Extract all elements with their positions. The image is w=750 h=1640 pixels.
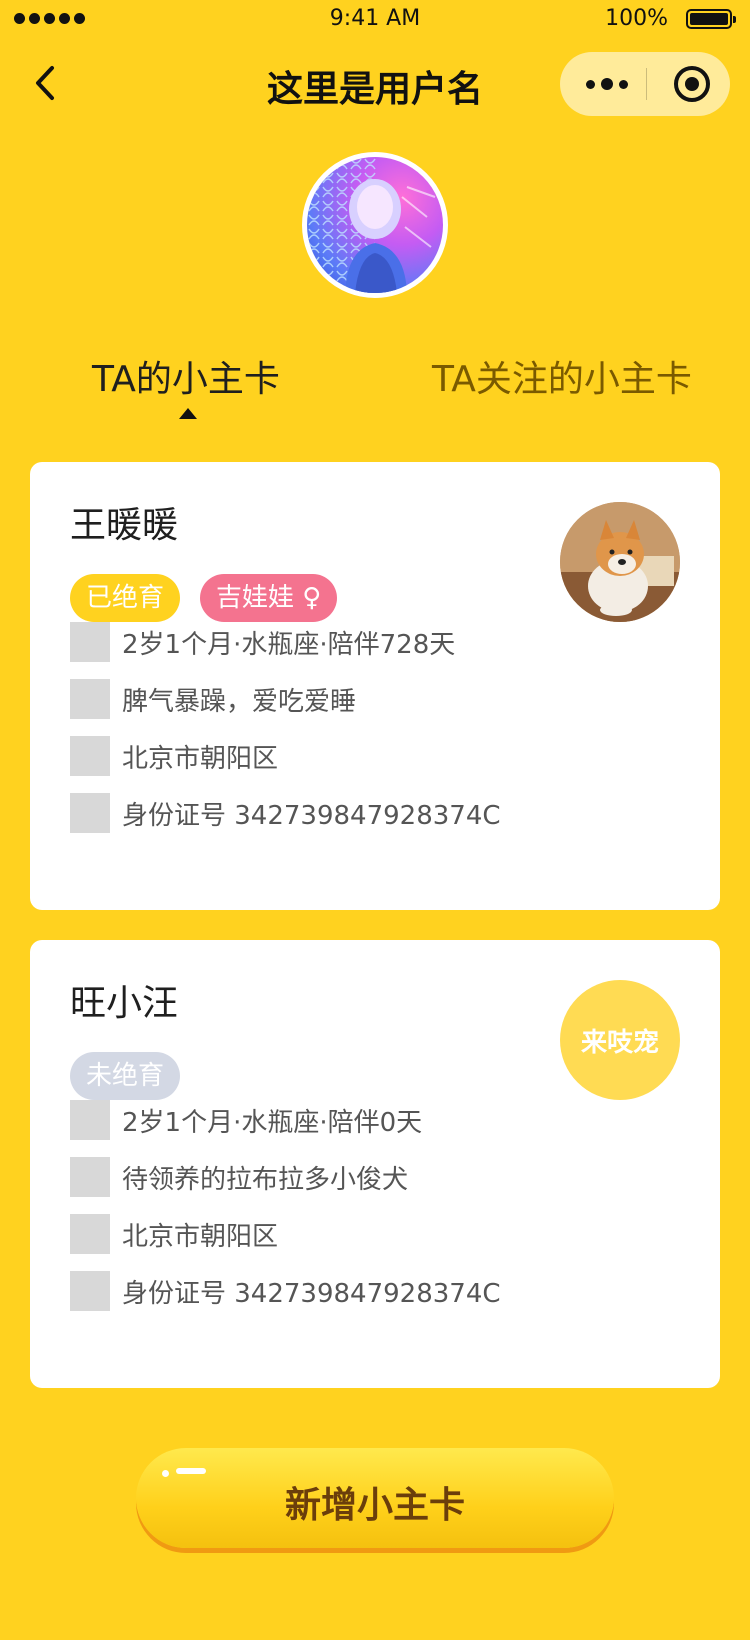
button-highlight bbox=[176, 1468, 206, 1474]
status-bar: 9:41 AM 100% bbox=[0, 0, 750, 40]
location-icon bbox=[70, 736, 110, 776]
info-text: 身份证号 342739847928374C bbox=[122, 1278, 501, 1309]
battery-percent: 100% bbox=[605, 6, 668, 31]
temper-icon bbox=[70, 679, 110, 719]
close-target-icon[interactable] bbox=[674, 66, 710, 102]
add-card-button[interactable]: 新增小主卡 bbox=[136, 1448, 614, 1548]
pet-card[interactable]: 旺小汪 未绝育 2岁1个月·水瓶座·陪伴0天 待领养的拉布拉多小俊犬 北京市朝阳… bbox=[30, 940, 720, 1388]
tab-ta-cards[interactable]: TA的小主卡 bbox=[92, 350, 280, 402]
id-card-icon bbox=[70, 1271, 110, 1311]
info-row-location: 北京市朝阳区 bbox=[70, 1214, 278, 1254]
info-row-id: 身份证号 342739847928374C bbox=[70, 1271, 501, 1311]
capsule-divider bbox=[646, 68, 647, 100]
info-text: 待领养的拉布拉多小俊犬 bbox=[122, 1164, 409, 1195]
info-text: 身份证号 342739847928374C bbox=[122, 800, 501, 831]
tab-ta-followed-cards[interactable]: TA关注的小主卡 bbox=[432, 350, 692, 402]
info-row-age: 2岁1个月·水瓶座·陪伴728天 bbox=[70, 622, 455, 662]
shiba-dog-photo-icon bbox=[560, 502, 680, 622]
info-row-location: 北京市朝阳区 bbox=[70, 736, 278, 776]
miniprogram-capsule bbox=[560, 52, 730, 116]
description-icon bbox=[70, 1157, 110, 1197]
age-icon bbox=[70, 1100, 110, 1140]
breed-tag: 吉娃娃 ♀ bbox=[200, 574, 338, 622]
active-tab-indicator-icon bbox=[179, 408, 197, 419]
user-avatar bbox=[302, 152, 448, 298]
info-text: 北京市朝阳区 bbox=[122, 743, 279, 774]
info-row-description: 待领养的拉布拉多小俊犬 bbox=[70, 1157, 408, 1197]
info-text: 脾气暴躁，爱吃爱睡 bbox=[122, 686, 357, 717]
tab-bar: TA的小主卡 TA关注的小主卡 bbox=[0, 350, 750, 430]
pet-photo[interactable] bbox=[560, 502, 680, 622]
not-neutered-tag: 未绝育 bbox=[70, 1052, 181, 1100]
info-text: 北京市朝阳区 bbox=[122, 1221, 279, 1252]
navigation-bar: 这里是用户名 bbox=[0, 44, 750, 124]
id-card-icon bbox=[70, 793, 110, 833]
pet-tags: 未绝育 bbox=[70, 1052, 181, 1100]
more-button[interactable] bbox=[574, 52, 640, 116]
adopt-pet-button[interactable]: 来吱宠 bbox=[560, 980, 680, 1100]
info-row-id: 身份证号 342739847928374C bbox=[70, 793, 501, 833]
pet-tags: 已绝育 吉娃娃 ♀ bbox=[70, 574, 338, 622]
age-icon bbox=[70, 622, 110, 662]
pet-name: 王暖暖 bbox=[70, 505, 179, 546]
pet-card[interactable]: 王暖暖 已绝育 吉娃娃 ♀ 2岁1个月·水瓶座·陪伴728天 脾气暴躁，爱吃爱睡… bbox=[30, 462, 720, 910]
neutered-tag: 已绝育 bbox=[70, 574, 181, 622]
astronaut-avatar-icon bbox=[307, 157, 436, 293]
add-card-label: 新增小主卡 bbox=[284, 1485, 465, 1526]
location-icon bbox=[70, 1214, 110, 1254]
info-text: 2岁1个月·水瓶座·陪伴0天 bbox=[122, 1107, 423, 1138]
info-row-age: 2岁1个月·水瓶座·陪伴0天 bbox=[70, 1100, 422, 1140]
battery-icon bbox=[686, 9, 736, 29]
pet-name: 旺小汪 bbox=[70, 983, 179, 1024]
info-text: 2岁1个月·水瓶座·陪伴728天 bbox=[122, 629, 456, 660]
info-row-temper: 脾气暴躁，爱吃爱睡 bbox=[70, 679, 356, 719]
